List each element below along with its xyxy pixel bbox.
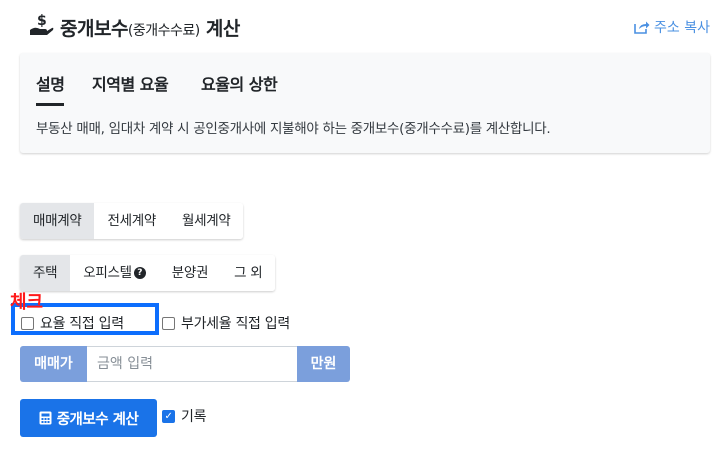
tab-description[interactable]: 설명 bbox=[36, 71, 65, 106]
copy-address-link[interactable]: 주소 복사 bbox=[634, 17, 710, 37]
price-input-group: 매매가 만원 bbox=[20, 346, 350, 382]
property-officetel-button[interactable]: 오피스텔? bbox=[70, 255, 159, 291]
tab-rate-limit[interactable]: 요율의 상한 bbox=[201, 71, 278, 95]
property-presale-button[interactable]: 분양권 bbox=[158, 255, 222, 291]
contract-monthly-button[interactable]: 월세계약 bbox=[168, 203, 244, 239]
record-label: 기록 bbox=[181, 409, 207, 425]
price-unit: 만원 bbox=[297, 346, 350, 382]
vat-direct-label: 부가세율 직접 입력 bbox=[181, 316, 290, 332]
property-type-group: 주택 오피스텔? 분양권 그 외 bbox=[20, 255, 276, 291]
record-checkbox[interactable]: ✓ bbox=[162, 409, 175, 423]
info-card: 설명 지역별 요율 요율의 상한 부동산 매매, 임대차 계약 시 공인중개사에… bbox=[20, 53, 710, 153]
record-option[interactable]: ✓ 기록 bbox=[162, 406, 206, 426]
contract-type-group: 매매계약 전세계약 월세계약 bbox=[20, 203, 244, 239]
title-sub: (중개수수료) bbox=[127, 23, 200, 39]
copy-address-label: 주소 복사 bbox=[654, 20, 710, 36]
calculator-icon bbox=[39, 411, 52, 425]
property-house-button[interactable]: 주택 bbox=[20, 255, 71, 291]
question-icon[interactable]: ? bbox=[133, 267, 146, 279]
contract-sale-button[interactable]: 매매계약 bbox=[20, 203, 95, 239]
title-end: 계산 bbox=[199, 18, 240, 40]
annotation-label: 체크 bbox=[10, 292, 44, 313]
description-text: 부동산 매매, 임대차 계약 시 공인중개사에 지불해야 하는 중개보수(중개수… bbox=[36, 121, 551, 137]
share-icon bbox=[634, 21, 650, 34]
property-other-button[interactable]: 그 외 bbox=[221, 255, 276, 291]
price-label: 매매가 bbox=[20, 346, 87, 382]
tab-regional-rates[interactable]: 지역별 요율 bbox=[92, 71, 169, 95]
price-input[interactable] bbox=[87, 346, 297, 382]
money-hand-icon: $ bbox=[30, 13, 54, 35]
page-title: 중개보수(중개수수료) 계산 bbox=[60, 14, 240, 41]
calculate-button[interactable]: 중개보수 계산 bbox=[20, 399, 157, 437]
vat-direct-option[interactable]: 부가세율 직접 입력 bbox=[162, 313, 290, 333]
calculate-label: 중개보수 계산 bbox=[56, 411, 139, 428]
svg-text:$: $ bbox=[37, 13, 47, 29]
property-officetel-label: 오피스텔 bbox=[83, 265, 132, 281]
title-main: 중개보수 bbox=[60, 18, 128, 40]
vat-direct-checkbox[interactable] bbox=[162, 316, 175, 330]
contract-jeonse-button[interactable]: 전세계약 bbox=[94, 203, 169, 239]
